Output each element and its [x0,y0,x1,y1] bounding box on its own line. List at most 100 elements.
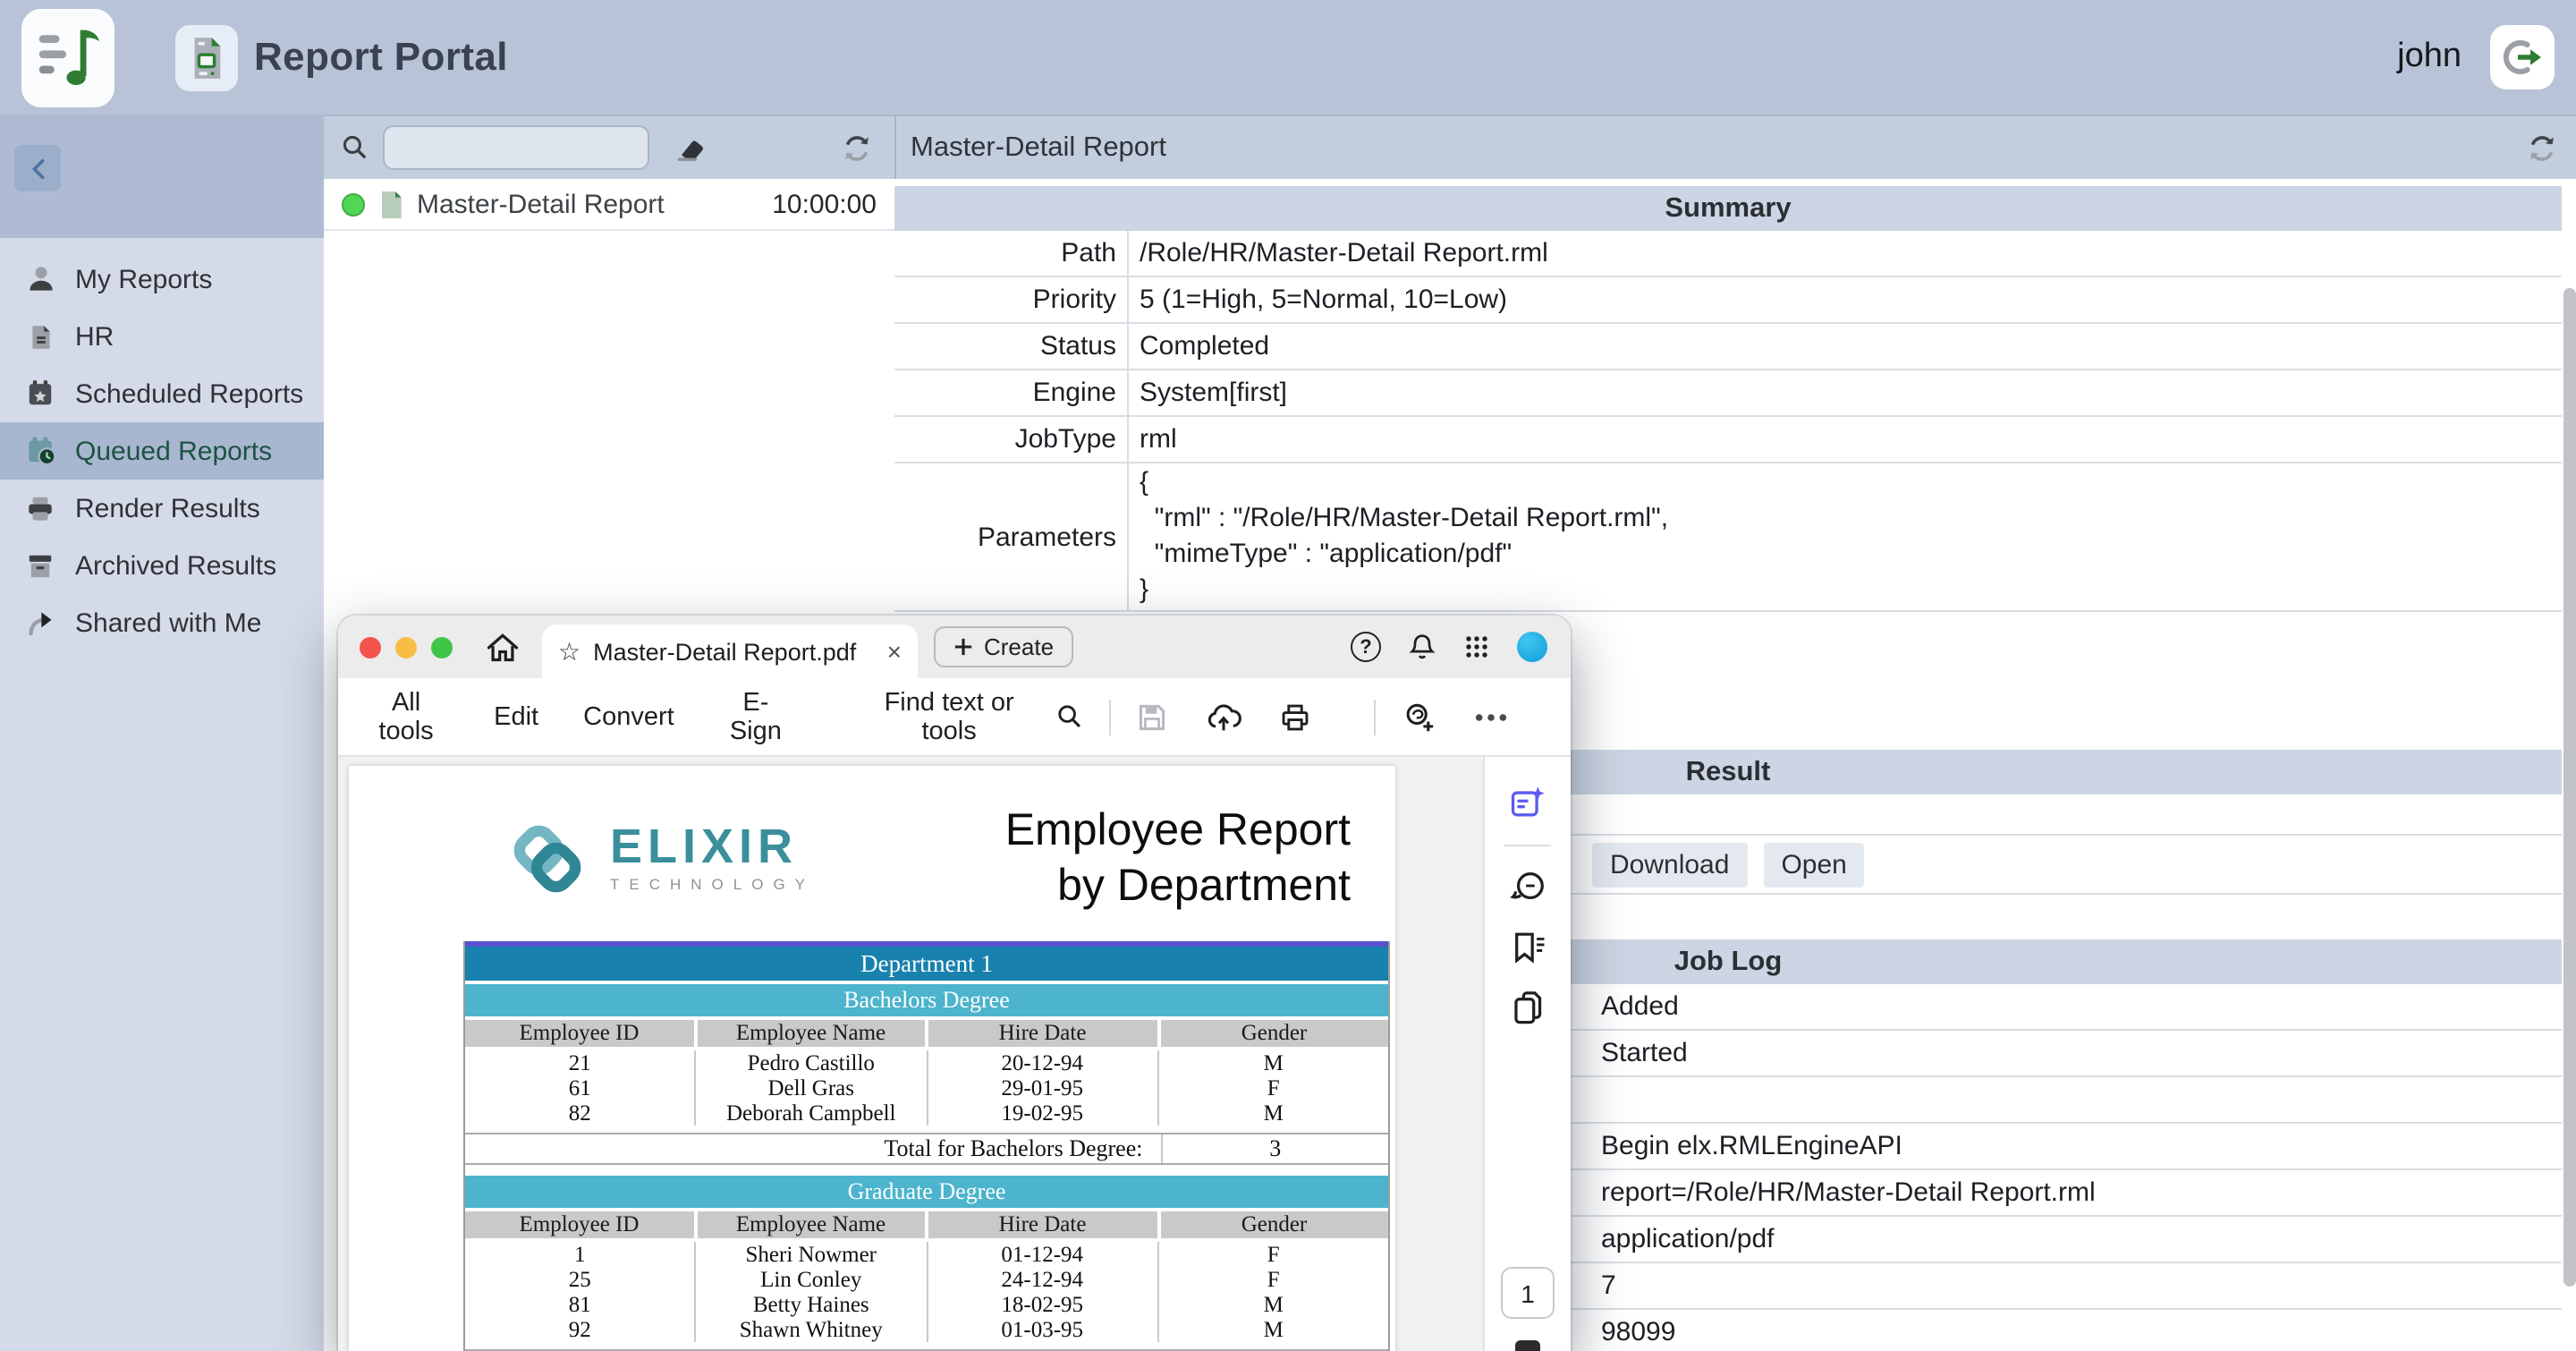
table-cell: F [1159,1075,1389,1100]
list-item-time: 10:00:00 [772,189,877,219]
search-input[interactable] [383,125,649,170]
window-minimize-icon[interactable] [395,636,417,658]
sidebar-item-hr[interactable]: HR [0,308,324,365]
toolbar-divider [1374,699,1376,735]
sidebar-item-label: HR [75,321,114,352]
help-button[interactable]: ? [1351,632,1381,662]
ai-assistant-button[interactable] [1508,784,1547,823]
brand-name: ELIXIR [610,825,815,870]
list-refresh-button[interactable] [841,132,873,164]
username: john [2397,38,2462,77]
summary-row-value: rml [1129,417,2562,462]
print-button[interactable] [1279,701,1311,733]
summary-row: Status Completed [894,324,2562,370]
list-search-bar [324,115,894,179]
open-button[interactable]: Open [1763,842,1864,887]
pdf-page: ELIXIR TECHNOLOGY Employee Report by Dep… [349,766,1395,1351]
elixir-knot-icon [506,818,589,900]
column-header-row: Employee ID Employee Name Hire Date Gend… [465,1016,1388,1050]
subgroup-header: Graduate Degree [465,1176,1388,1208]
summary-row-label: Status [894,324,1129,369]
create-button[interactable]: Create [934,626,1073,667]
convert-button[interactable]: Convert [583,702,674,731]
table-cell: 21 [465,1050,697,1075]
summary-row: Path /Role/HR/Master-Detail Report.rml [894,231,2562,277]
page-number-box[interactable]: 1 [1501,1267,1555,1319]
summary-row-label: Parameters [894,463,1129,610]
logout-button[interactable] [2490,25,2555,89]
more-options-button[interactable] [1474,711,1508,722]
page-number: 1 [1521,1279,1535,1307]
request-signatures-button[interactable] [1401,701,1436,733]
column-header-row: Employee ID Employee Name Hire Date Gend… [465,1208,1388,1242]
table-row: 1 Sheri Nowmer 01-12-94 F [465,1242,1388,1267]
sidebar-item-queued-reports[interactable]: Queued Reports [0,422,324,480]
table-cell: Betty Haines [697,1292,928,1317]
find-text-button[interactable]: Find text or tools [859,688,1084,745]
pdf-document-tab[interactable]: ☆ Master-Detail Report.pdf × [542,625,918,678]
column-header: Hire Date [928,1211,1157,1238]
elixir-logo: ELIXIR TECHNOLOGY [506,818,815,900]
refresh-icon [2526,132,2558,164]
detail-title-bar: Master-Detail Report [894,115,2576,179]
list-item[interactable]: Master-Detail Report 10:00:00 [324,179,894,231]
eraser-icon [673,133,708,162]
download-button[interactable]: Download [1592,842,1747,887]
sidebar-item-scheduled-reports[interactable]: Scheduled Reports [0,365,324,422]
apps-grid-button[interactable] [1463,633,1490,660]
total-label: Total for Bachelors Degree: [465,1134,1163,1163]
edit-button[interactable]: Edit [494,702,538,731]
sidebar-item-render-results[interactable]: Render Results [0,480,324,537]
table-cell: Shawn Whitney [697,1317,928,1342]
table-cell: 24-12-94 [928,1267,1159,1292]
table-cell: Deborah Campbell [697,1100,928,1126]
tab-close-icon[interactable]: × [887,639,902,664]
avatar[interactable] [1517,632,1547,662]
home-button[interactable] [485,630,521,664]
clear-search-button[interactable] [673,133,708,162]
bookmarks-button[interactable] [1509,930,1546,964]
archive-box-icon [23,548,57,582]
app-logo[interactable] [21,8,114,106]
detail-refresh-button[interactable] [2526,132,2558,164]
save-button[interactable] [1136,701,1168,733]
all-tools-button[interactable]: All tools [363,688,449,745]
music-note-logo-icon [34,20,102,95]
list-item-title: Master-Detail Report [417,189,665,219]
esign-button[interactable]: E-Sign [719,688,792,745]
app-header: Report Portal john [0,0,2576,115]
summary-row-value: /Role/HR/Master-Detail Report.rml [1129,231,2562,276]
sidebar-item-archived-results[interactable]: Archived Results [0,537,324,594]
printer-icon [23,491,57,525]
sidebar-item-shared-with-me[interactable]: Shared with Me [0,594,324,651]
pdf-toolbar: All tools Edit Convert E-Sign Find text … [338,678,1571,757]
pdf-content-area: ELIXIR TECHNOLOGY Employee Report by Dep… [338,757,1571,1351]
table-cell: 92 [465,1317,697,1342]
pages-button[interactable] [1511,990,1545,1027]
share-upload-button[interactable] [1206,701,1241,733]
sidebar-item-my-reports[interactable]: My Reports [0,251,324,308]
document-title-line1: Employee Report [815,803,1351,859]
window-close-icon[interactable] [360,636,381,658]
sidebar-collapse-button[interactable] [14,145,61,191]
cloud-upload-icon [1206,701,1241,733]
table-cell: F [1159,1267,1389,1292]
notifications-button[interactable] [1408,632,1436,662]
column-header: Employee ID [465,1211,693,1238]
summary-header: Summary [894,186,2562,231]
table-cell: F [1159,1242,1389,1267]
table-cell: Dell Gras [697,1075,928,1100]
chevron-left-icon [28,157,47,180]
star-icon[interactable]: ☆ [558,639,580,664]
page-title: Report Portal [254,34,508,81]
save-icon [1136,701,1168,733]
table-cell: 18-02-95 [928,1292,1159,1317]
subgroup-header: Bachelors Degree [465,984,1388,1016]
document-icon [23,319,57,353]
comments-button[interactable] [1509,868,1546,905]
summary-row: JobType rml [894,417,2562,463]
share-arrow-icon [23,606,57,640]
document-title-line2: by Department [815,859,1351,914]
window-zoom-icon[interactable] [431,636,453,658]
vertical-scrollbar[interactable] [2563,288,2575,1287]
